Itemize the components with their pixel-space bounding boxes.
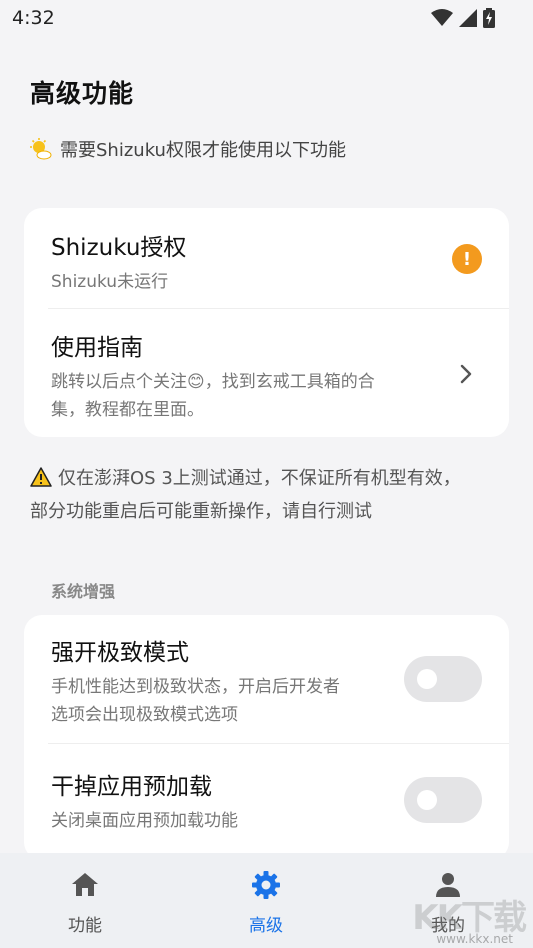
extreme-mode-sub-line1: 手机性能达到极致状态，开启后开发者 <box>51 677 340 697</box>
compat-warning: 仅在澎湃OS 3上测试通过，不保证所有机型有效， 部分功能重启后可能重新操作，请… <box>30 462 510 528</box>
guide-item[interactable]: 使用指南 跳转以后点个关注😊，找到玄戒工具箱的合 集，教程都在里面。 <box>51 328 439 424</box>
watermark-url: www.kkx.net <box>436 932 513 946</box>
shizuku-auth-title: Shizuku授权 <box>51 235 187 261</box>
warning-line2: 部分功能重启后可能重新操作，请自行测试 <box>30 501 372 522</box>
warning-badge-icon: ! <box>452 244 482 274</box>
extreme-mode-sub-line2: 选项会出现极致模式选项 <box>51 705 238 725</box>
extreme-mode-toggle[interactable] <box>404 656 482 702</box>
guide-title: 使用指南 <box>51 335 143 361</box>
home-icon <box>72 873 98 896</box>
extreme-mode-title: 强开极致模式 <box>51 640 189 666</box>
nav-item-advanced[interactable]: 高级 <box>221 869 311 936</box>
nav-label-features: 功能 <box>68 916 102 936</box>
preload-item: 干掉应用预加载 关闭桌面应用预加载功能 <box>51 767 389 835</box>
toggle-knob <box>417 790 437 810</box>
nav-label-advanced: 高级 <box>249 916 283 936</box>
extreme-mode-subtitle: 手机性能达到极致状态，开启后开发者 选项会出现极致模式选项 <box>51 673 389 729</box>
divider <box>48 743 509 744</box>
guide-sub-line2: 集，教程都在里面。 <box>51 400 204 420</box>
warning-line1: 仅在澎湃OS 3上测试通过，不保证所有机型有效， <box>58 468 461 489</box>
guide-subtitle: 跳转以后点个关注😊，找到玄戒工具箱的合 集，教程都在里面。 <box>51 368 439 424</box>
status-time: 4:32 <box>12 7 55 29</box>
wifi-icon <box>431 9 453 26</box>
shizuku-notice: 需要Shizuku权限才能使用以下功能 <box>30 136 346 162</box>
shizuku-card: Shizuku授权 Shizuku未运行 ! 使用指南 跳转以后点个关注😊，找到… <box>24 208 509 437</box>
shizuku-auth-status: Shizuku未运行 <box>51 272 169 292</box>
divider <box>48 308 509 309</box>
system-enhance-card: 强开极致模式 手机性能达到极致状态，开启后开发者 选项会出现极致模式选项 干掉应… <box>24 615 509 860</box>
notice-text: 需要Shizuku权限才能使用以下功能 <box>60 140 346 161</box>
section-title: 系统增强 <box>51 582 116 601</box>
signal-icon <box>459 9 477 27</box>
page-title: 高级功能 <box>30 79 135 108</box>
status-bar: 4:32 <box>0 0 533 36</box>
gear-icon <box>252 871 280 899</box>
sun-cloud-icon <box>30 138 52 160</box>
chevron-right-icon[interactable] <box>459 363 473 385</box>
shizuku-auth-item[interactable]: Shizuku授权 Shizuku未运行 <box>51 228 485 296</box>
battery-charging-icon <box>483 8 495 28</box>
guide-sub-line1: 跳转以后点个关注😊，找到玄戒工具箱的合 <box>51 372 375 392</box>
extreme-mode-item: 强开极致模式 手机性能达到极致状态，开启后开发者 选项会出现极致模式选项 <box>51 633 389 729</box>
toggle-knob <box>417 669 437 689</box>
status-icons <box>431 8 495 28</box>
preload-toggle[interactable] <box>404 777 482 823</box>
preload-title: 干掉应用预加载 <box>51 774 212 800</box>
nav-item-features[interactable]: 功能 <box>40 869 130 936</box>
warning-triangle-icon <box>30 467 52 487</box>
preload-subtitle: 关闭桌面应用预加载功能 <box>51 811 238 831</box>
